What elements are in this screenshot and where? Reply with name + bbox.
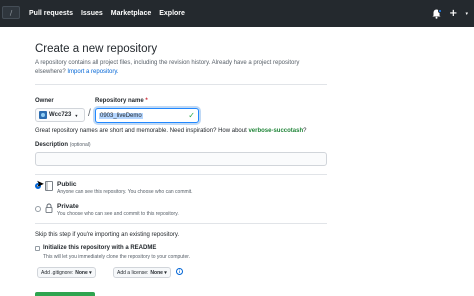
chevron-down-icon: ▾ [75,112,78,118]
import-repository-link[interactable]: Import a repository. [67,69,118,75]
license-label: Add a license: [117,269,149,276]
lock-icon [45,203,53,213]
description-optional: (optional) [69,142,91,148]
unread-indicator [438,8,443,13]
public-description: Anyone can see this repository. You choo… [57,189,193,195]
description-input[interactable] [35,152,327,166]
owner-repo-separator: / [88,108,91,119]
private-description: You choose who can see and commit to thi… [57,211,179,217]
mouse-cursor-icon: ➤ [36,179,45,190]
repo-name-label: Repository name * [95,98,148,104]
public-title[interactable]: Public [57,181,77,188]
info-icon[interactable]: i [176,268,183,275]
license-select[interactable]: Add a license: None ▾ [113,267,171,278]
search-input[interactable]: / [2,6,20,19]
repo-name-label-text: Repository name [95,98,144,104]
description-label-text: Description [35,142,69,148]
private-title[interactable]: Private [57,203,79,210]
divider [35,174,327,175]
skip-note: Skip this step if you're importing an ex… [35,232,180,238]
gitignore-select[interactable]: Add .gitignore: None ▾ [37,267,96,278]
nav-marketplace[interactable]: Marketplace [111,10,151,17]
main-nav: Pull requests Issues Marketplace Explore [29,0,185,27]
readme-title[interactable]: Initialize this repository with a README [43,245,156,251]
create-dropdown-caret-icon[interactable]: ▾ [465,11,468,17]
nav-pull-requests[interactable]: Pull requests [29,10,73,17]
private-radio[interactable] [35,206,41,212]
nav-explore[interactable]: Explore [159,10,185,17]
license-value: None ▾ [150,269,167,276]
name-hint: Great repository names are short and mem… [35,128,307,134]
name-hint-text: Great repository names are short and mem… [35,128,249,134]
divider [35,84,327,85]
repository-name-input[interactable]: 0903_liveDemo ✓ [95,108,199,123]
owner-select[interactable]: Wcc723 ▾ [35,108,85,122]
intro-text: A repository contains all project files,… [35,59,315,77]
check-icon: ✓ [188,111,195,120]
repository-name-value: 0903_liveDemo [99,112,143,119]
owner-value: Wcc723 [49,112,72,118]
top-header: / Pull requests Issues Marketplace Explo… [0,0,474,27]
readme-description: This will let you immediately clone the … [43,254,191,260]
search-shortcut-glyph: / [9,8,13,17]
description-label: Description (optional) [35,142,91,148]
create-repository-button[interactable] [35,292,95,296]
name-suggestion[interactable]: verbose-succotash [248,128,303,134]
nav-issues[interactable]: Issues [81,10,103,17]
repo-book-icon [45,181,53,191]
header-actions: + ▾ [432,0,468,27]
readme-checkbox[interactable] [35,246,40,251]
required-asterisk: * [145,98,148,104]
gitignore-value: None ▾ [75,269,92,276]
owner-label: Owner [35,98,54,104]
gitignore-label: Add .gitignore: [41,269,74,276]
create-new-plus-icon[interactable]: + [449,8,457,19]
divider [35,223,327,224]
page-title: Create a new repository [35,43,158,55]
notifications-bell-icon[interactable] [432,8,443,19]
owner-avatar [39,111,47,119]
name-hint-end: ? [303,128,307,134]
